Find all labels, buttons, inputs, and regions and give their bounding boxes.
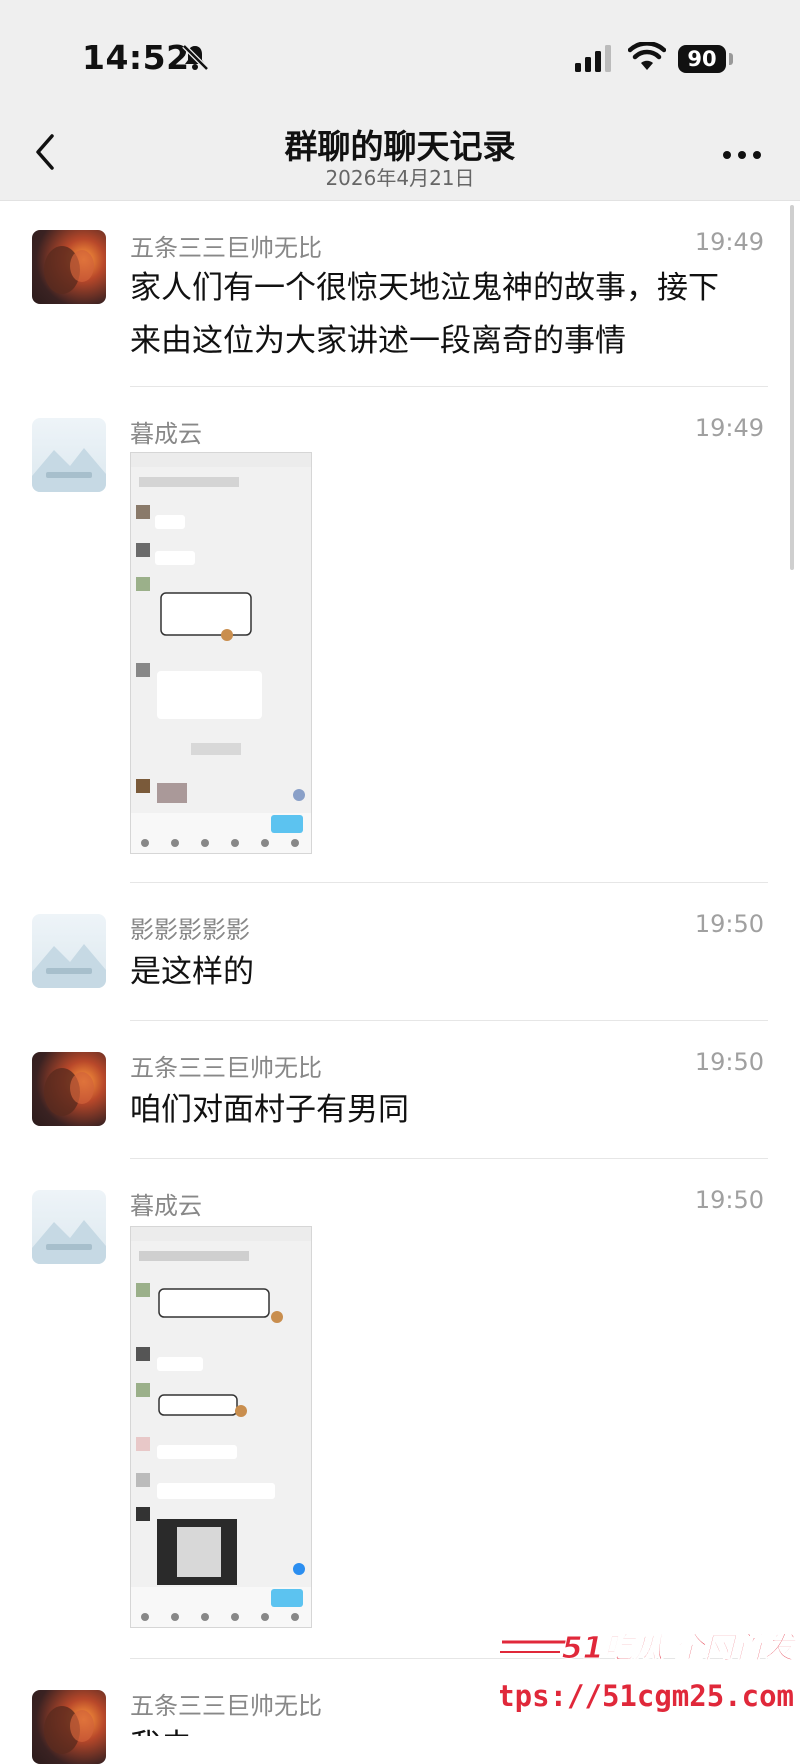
message-text: 咱们对面村子有男同: [130, 1084, 750, 1137]
avatar[interactable]: [32, 1690, 106, 1764]
message-time: 19:49: [694, 228, 764, 256]
image-attachment[interactable]: [130, 452, 312, 854]
message-time: 19:49: [694, 414, 764, 442]
message-text: 家人们有一个很惊天地泣鬼神的故事，接下 来由这位为大家讲述一段离奇的事情: [130, 262, 750, 368]
cellular-signal-icon: [575, 45, 611, 72]
sender-name: 影影影影影: [130, 916, 250, 944]
page-title: 群聊的聊天记录: [284, 127, 516, 166]
avatar[interactable]: [32, 1052, 106, 1126]
sender-name: 五条三三巨帅无比: [130, 234, 322, 262]
message-text: 是这样的: [130, 946, 750, 999]
divider: [130, 1158, 768, 1159]
status-time: 14:52: [82, 38, 190, 77]
watermark-url: https://51cgm25.com: [500, 1679, 794, 1713]
bell-muted-icon: [182, 44, 209, 71]
message-time: 19:50: [694, 1048, 764, 1076]
wifi-icon: [628, 42, 666, 70]
divider: [130, 386, 768, 387]
avatar[interactable]: [32, 230, 106, 304]
message-text-line: 家人们有一个很惊天地泣鬼神的故事，接下: [130, 270, 719, 306]
message-time: 19:50: [694, 1186, 764, 1214]
battery-tip: [729, 53, 733, 65]
avatar[interactable]: [32, 914, 106, 988]
sender-name: 暮成云: [130, 420, 202, 448]
message-time: 19:50: [694, 910, 764, 938]
avatar[interactable]: [32, 418, 106, 492]
message-text-line: 咱们对面村子有男同: [130, 1092, 409, 1128]
page-subtitle-date: 2026年4月21日: [325, 166, 475, 190]
nav-bar: 群聊的聊天记录 2026年4月21日: [0, 108, 800, 201]
sender-name: 五条三三巨帅无比: [130, 1692, 322, 1720]
avatar[interactable]: [32, 1190, 106, 1264]
divider: [130, 882, 768, 883]
battery-indicator: 90: [678, 45, 726, 73]
scrollbar[interactable]: [790, 205, 794, 570]
sender-name: 五条三三巨帅无比: [130, 1054, 322, 1082]
message-text-line: 来由这位为大家讲述一段离奇的事情: [130, 323, 626, 359]
image-attachment[interactable]: [130, 1226, 312, 1628]
site-watermark: 51吃瓜 全网首发 https://51cgm25.com: [500, 1631, 798, 1714]
message-text-line: 是这样的: [130, 954, 254, 990]
watermark-brand: 51吃瓜 全网首发: [562, 1631, 798, 1666]
status-bar: 14:52 90: [0, 0, 800, 108]
divider: [130, 1020, 768, 1021]
more-options-icon[interactable]: [722, 150, 762, 160]
sender-name: 暮成云: [130, 1192, 202, 1220]
